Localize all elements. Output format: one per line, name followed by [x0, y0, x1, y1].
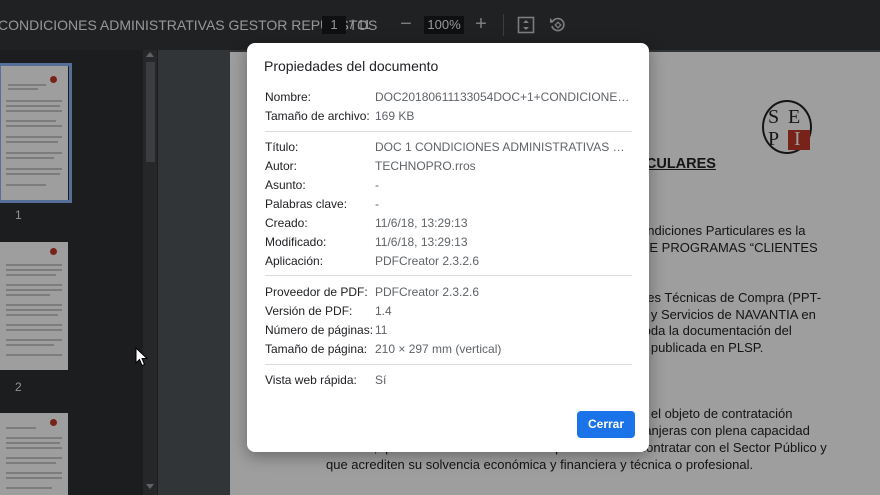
- property-label: Título:: [265, 140, 299, 154]
- close-button[interactable]: Cerrar: [577, 411, 635, 438]
- property-label: Nombre:: [265, 90, 312, 104]
- property-value: DOC 1 CONDICIONES ADMINISTRATIVAS GESTOR…: [375, 140, 633, 154]
- property-value: DOC20180611133054DOC+1+CONDICIONES+AD...: [375, 90, 633, 104]
- property-label: Asunto:: [265, 178, 306, 192]
- property-label: Tamaño de página:: [265, 342, 368, 356]
- property-value: TECHNOPRO.rros: [375, 159, 476, 173]
- document-properties-dialog: Propiedades del documento Nombre: DOC201…: [247, 43, 649, 452]
- property-label: Vista web rápida:: [265, 373, 357, 387]
- property-label: Autor:: [265, 159, 298, 173]
- mouse-cursor-icon: [135, 347, 149, 367]
- property-label: Proveedor de PDF:: [265, 285, 368, 299]
- property-label: Tamaño de archivo:: [265, 109, 370, 123]
- section-divider: [265, 275, 632, 276]
- property-value: 1.4: [375, 304, 392, 318]
- property-value: Sí: [375, 373, 387, 387]
- property-label: Palabras clave:: [265, 197, 348, 211]
- property-value: 11: [375, 323, 388, 337]
- property-value: 169 KB: [375, 109, 415, 123]
- property-value: -: [375, 197, 379, 211]
- property-label: Creado:: [265, 216, 308, 230]
- property-value: PDFCreator 2.3.2.6: [375, 254, 480, 268]
- property-value: 11/6/18, 13:29:13: [375, 235, 468, 249]
- property-label: Número de páginas:: [265, 323, 374, 337]
- property-label: Aplicación:: [265, 254, 324, 268]
- property-label: Versión de PDF:: [265, 304, 353, 318]
- dialog-title: Propiedades del documento: [264, 58, 439, 74]
- property-value: 210 × 297 mm (vertical): [375, 342, 502, 356]
- section-divider: [265, 364, 632, 365]
- section-divider: [265, 131, 632, 132]
- property-label: Modificado:: [265, 235, 327, 249]
- property-value: 11/6/18, 13:29:13: [375, 216, 468, 230]
- property-value: PDFCreator 2.3.2.6: [375, 285, 480, 299]
- property-value: -: [375, 178, 379, 192]
